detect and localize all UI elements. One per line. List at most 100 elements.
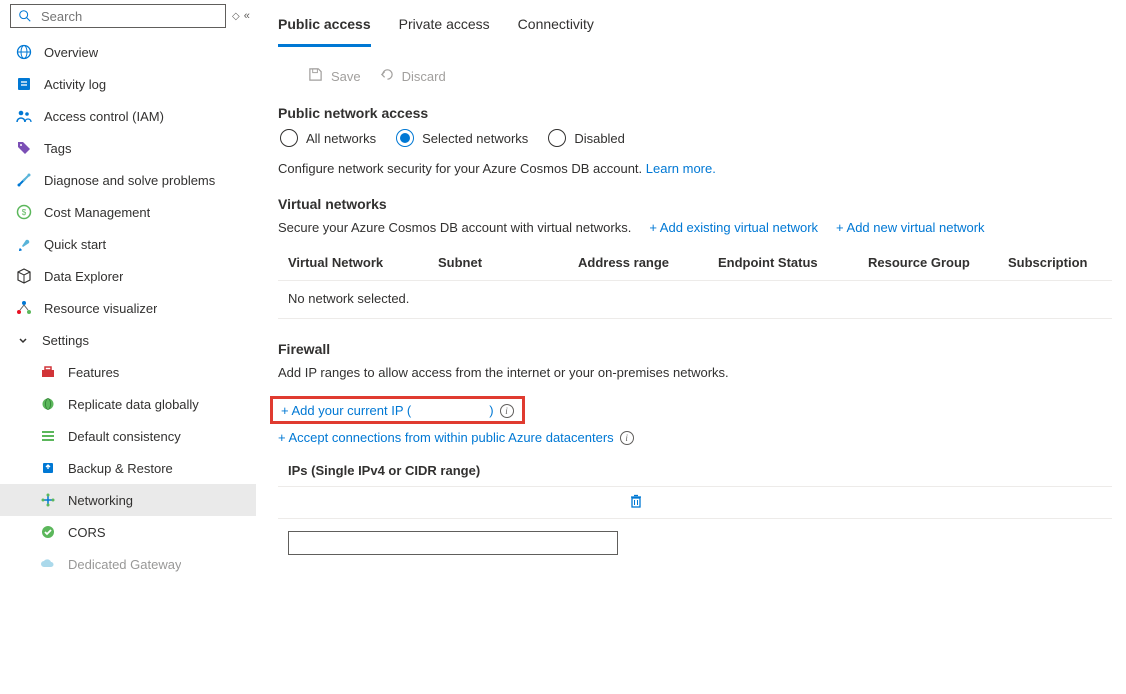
public-network-heading: Public network access (278, 105, 1112, 121)
accept-azure-dc-link[interactable]: + Accept connections from within public … (278, 430, 614, 445)
sidebar-item-features[interactable]: Features (0, 356, 256, 388)
radio-label: All networks (306, 131, 376, 146)
nav-label: Features (68, 365, 119, 380)
th-endpoint-status: Endpoint Status (718, 255, 868, 270)
tab-public-access[interactable]: Public access (278, 8, 371, 47)
sidebar-item-replicate[interactable]: Replicate data globally (0, 388, 256, 420)
sidebar-item-diagnose[interactable]: Diagnose and solve problems (0, 164, 256, 196)
th-subscription: Subscription (1008, 255, 1112, 270)
public-network-options: All networks Selected networks Disabled (278, 129, 1112, 147)
nav-label: CORS (68, 525, 106, 540)
save-icon (308, 67, 323, 85)
add-current-ip-link[interactable]: + Add your current IP () (281, 403, 494, 418)
sidebar-item-resource-visualizer[interactable]: Resource visualizer (0, 292, 256, 324)
cube-icon (16, 268, 32, 284)
search-icon (17, 8, 33, 24)
cloud-icon (40, 556, 56, 572)
info-icon[interactable]: i (620, 431, 634, 445)
discard-button[interactable]: Discard (379, 67, 446, 85)
nav-label: Activity log (44, 77, 106, 92)
sidebar-item-cost[interactable]: $ Cost Management (0, 196, 256, 228)
tab-private-access[interactable]: Private access (399, 8, 490, 47)
nav-label: Cost Management (44, 205, 150, 220)
undo-icon (379, 67, 394, 85)
th-subnet: Subnet (438, 255, 578, 270)
wrench-icon (16, 172, 32, 188)
main-panel: Public access Private access Connectivit… (256, 0, 1126, 694)
cost-icon: $ (16, 204, 32, 220)
sidebar-item-cors[interactable]: CORS (0, 516, 256, 548)
public-network-desc: Configure network security for your Azur… (278, 161, 1112, 176)
firewall-heading: Firewall (278, 341, 1112, 357)
search-row: ◇ « (0, 4, 256, 36)
bars-icon (40, 428, 56, 444)
ip-range-input[interactable] (288, 531, 618, 555)
sidebar-item-data-explorer[interactable]: Data Explorer (0, 260, 256, 292)
search-box[interactable] (10, 4, 226, 28)
vnet-table: Virtual Network Subnet Address range End… (278, 247, 1112, 319)
sidebar-item-overview[interactable]: Overview (0, 36, 256, 68)
tabs: Public access Private access Connectivit… (278, 8, 1112, 47)
nav-label: Access control (IAM) (44, 109, 164, 124)
firewall-section: Firewall Add IP ranges to allow access f… (278, 341, 1112, 555)
discard-label: Discard (402, 69, 446, 84)
nav-label: Data Explorer (44, 269, 123, 284)
sidebar-group-settings[interactable]: Settings (0, 324, 256, 356)
learn-more-link[interactable]: Learn more. (646, 161, 716, 176)
radio-all-networks[interactable]: All networks (280, 129, 376, 147)
toolbox-icon (40, 364, 56, 380)
tag-icon (16, 140, 32, 156)
radio-icon (280, 129, 298, 147)
delete-ip-icon[interactable] (628, 493, 644, 512)
radio-selected-networks[interactable]: Selected networks (396, 129, 528, 147)
log-icon (16, 76, 32, 92)
nav-label: Default consistency (68, 429, 181, 444)
nav-label: Networking (68, 493, 133, 508)
sidebar-item-dedicated-gateway[interactable]: Dedicated Gateway (0, 548, 256, 580)
save-label: Save (331, 69, 361, 84)
backup-icon (40, 460, 56, 476)
nav-label: Tags (44, 141, 71, 156)
save-button[interactable]: Save (308, 67, 361, 85)
nav-label: Backup & Restore (68, 461, 173, 476)
globe-icon (16, 44, 32, 60)
sidebar-item-iam[interactable]: Access control (IAM) (0, 100, 256, 132)
vnet-desc: Secure your Azure Cosmos DB account with… (278, 220, 631, 235)
add-existing-vnet-link[interactable]: + Add existing virtual network (649, 220, 818, 235)
info-icon[interactable]: i (500, 404, 514, 418)
search-input[interactable] (39, 8, 219, 25)
ips-heading: IPs (Single IPv4 or CIDR range) (278, 445, 1112, 486)
th-resource-group: Resource Group (868, 255, 1008, 270)
sidebar-item-networking[interactable]: Networking (0, 484, 256, 516)
radio-label: Selected networks (422, 131, 528, 146)
sidebar-item-backup[interactable]: Backup & Restore (0, 452, 256, 484)
sidebar-item-tags[interactable]: Tags (0, 132, 256, 164)
chevron-down-icon (16, 333, 30, 347)
graph-icon (16, 300, 32, 316)
sort-icon[interactable]: ◇ (232, 11, 238, 22)
th-address-range: Address range (578, 255, 718, 270)
collapse-sidebar-icon[interactable]: « (244, 10, 250, 22)
th-vnet: Virtual Network (288, 255, 438, 270)
tab-connectivity[interactable]: Connectivity (518, 8, 594, 47)
vnet-empty-row: No network selected. (278, 281, 1112, 319)
add-new-vnet-link[interactable]: + Add new virtual network (836, 220, 985, 235)
sidebar-item-quickstart[interactable]: Quick start (0, 228, 256, 260)
vnet-heading: Virtual networks (278, 196, 1112, 212)
nav-label: Quick start (44, 237, 106, 252)
nav-label: Resource visualizer (44, 301, 157, 316)
ip-list-row (278, 486, 1112, 519)
sidebar-item-activity-log[interactable]: Activity log (0, 68, 256, 100)
nav-list: Overview Activity log Access control (IA… (0, 36, 256, 580)
vnet-table-head: Virtual Network Subnet Address range End… (278, 247, 1112, 281)
radio-disabled[interactable]: Disabled (548, 129, 625, 147)
radio-label: Disabled (574, 131, 625, 146)
firewall-desc: Add IP ranges to allow access from the i… (278, 365, 1112, 380)
radio-icon (548, 129, 566, 147)
sidebar: ◇ « Overview Activity log Access control… (0, 0, 256, 694)
ip-input-row (278, 519, 1112, 555)
nav-label: Settings (42, 333, 89, 348)
toolbar: Save Discard (278, 67, 1112, 85)
sidebar-item-consistency[interactable]: Default consistency (0, 420, 256, 452)
radio-icon (396, 129, 414, 147)
